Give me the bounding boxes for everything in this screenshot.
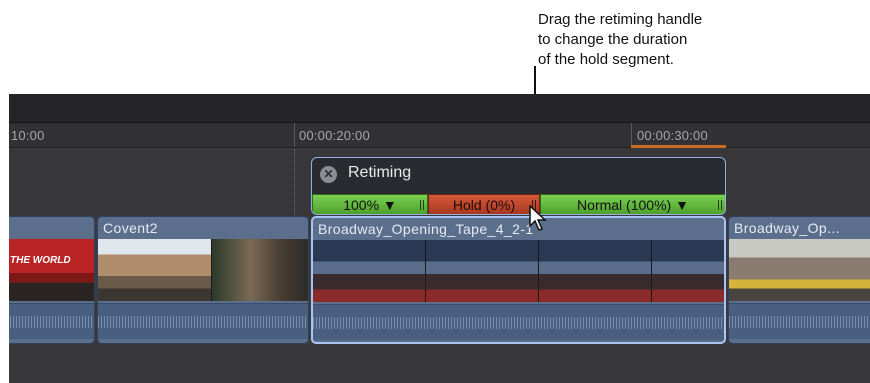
clip-audio (729, 303, 870, 339)
ruler-tick (631, 123, 632, 147)
clip-audio (313, 304, 724, 340)
clip-name: Broadway_Op... (734, 220, 840, 236)
ruler-time-3: 00:00:30:00 (637, 128, 708, 143)
mouse-pointer-icon (529, 205, 547, 231)
ruler-time-1: 10:00 (11, 128, 45, 143)
bus-sign-text: THE WORLD (10, 255, 71, 266)
timeline-toolbar (9, 94, 870, 123)
callout-line-3: of the hold segment. (538, 51, 674, 68)
clip-name: Broadway_Opening_Tape_4_2-1 (318, 221, 534, 237)
close-icon[interactable]: ✕ (320, 166, 337, 183)
thumbnail-market (98, 239, 212, 301)
clip-broadway-op[interactable]: Broadway_Op... (728, 216, 870, 344)
callout-line-1: Drag the retiming handle (538, 11, 703, 28)
callout-line-2: to change the duration (538, 31, 688, 48)
speed-segment-label: 100% ▼ (343, 197, 397, 213)
speed-segment-label: Normal (100%) ▼ (577, 197, 689, 213)
timeline-ruler[interactable]: 10:00 00:00:20:00 00:00:30:00 (9, 123, 870, 148)
thumbnail-street (212, 239, 308, 301)
thumbnail-stage (426, 240, 539, 302)
ruler-time-2: 00:00:20:00 (299, 128, 370, 143)
timeline-window: 10:00 00:00:20:00 00:00:30:00 ✕ Retiming… (9, 94, 870, 383)
clip-thumbnails: THE WORLD (9, 239, 94, 301)
range-indicator (631, 145, 726, 148)
thumbnail-stage (652, 240, 724, 302)
hold-segment-label: Hold (0%) (452, 197, 516, 213)
thumbnail-stage (539, 240, 652, 302)
clip-thumbnails (98, 239, 308, 301)
ruler-tick (294, 123, 295, 147)
clip-name: Covent2 (103, 220, 158, 236)
lower-track (9, 344, 870, 383)
clip-covent2[interactable]: Covent2 (97, 216, 309, 344)
clip-thumbnails (729, 239, 870, 301)
callout-text: Drag the retiming handle to change the d… (538, 10, 798, 70)
clip-audio (98, 303, 308, 339)
retiming-editor[interactable]: ✕ Retiming 100% ▼ Hold (0%) Normal (100%… (311, 157, 726, 215)
clip-broadway-opening[interactable]: Broadway_Opening_Tape_4_2-1 (311, 216, 726, 344)
retiming-title: Retiming (348, 164, 412, 181)
clip-thumbnails (313, 240, 724, 302)
thumbnail-stage (313, 240, 426, 302)
speed-segment-100[interactable]: 100% ▼ (312, 194, 428, 214)
retime-handle-icon[interactable] (718, 200, 722, 210)
clip-audio (9, 303, 94, 339)
clip-1[interactable]: THE WORLD (9, 216, 95, 344)
retime-handle-icon[interactable] (420, 200, 424, 210)
hold-segment[interactable]: Hold (0%) (428, 194, 540, 214)
primary-storyline: THE WORLD Covent2 Broadway_Opening_Tape_… (9, 216, 870, 344)
thumbnail-taxi (729, 239, 870, 301)
thumbnail-bus: THE WORLD (9, 239, 94, 301)
speed-segment-normal[interactable]: Normal (100%) ▼ (540, 194, 725, 214)
